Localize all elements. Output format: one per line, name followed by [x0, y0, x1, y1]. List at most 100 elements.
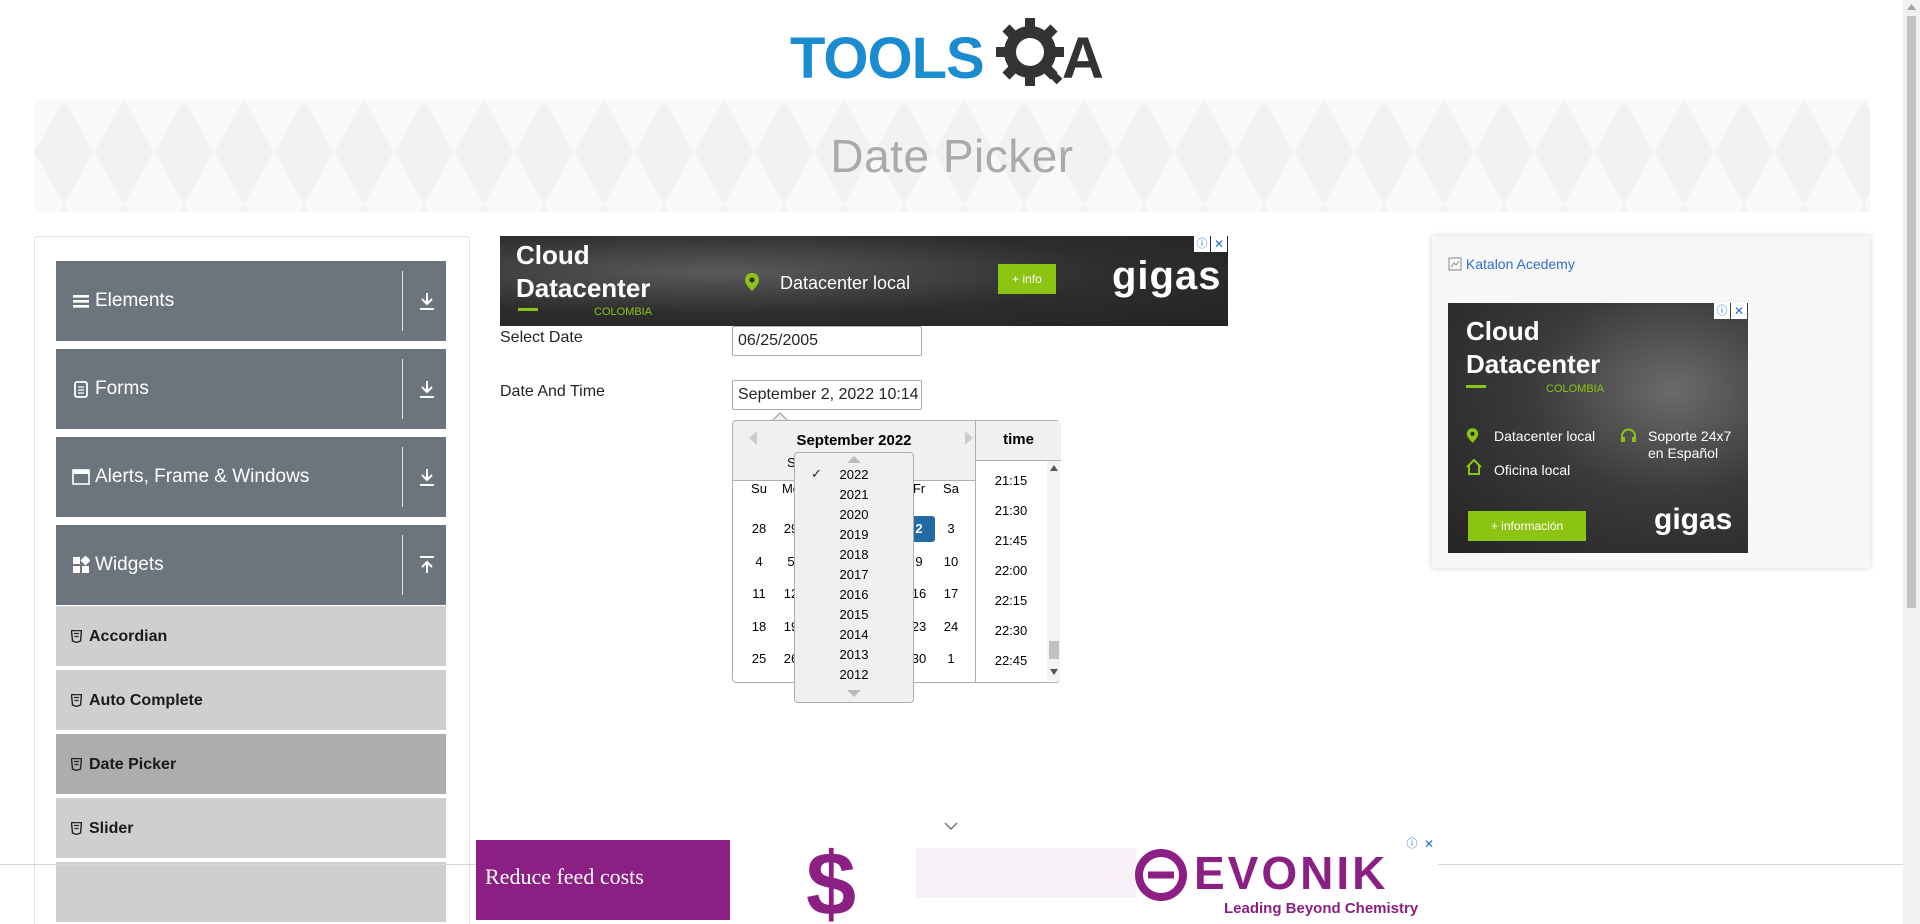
year-option[interactable]: 2016: [795, 587, 913, 602]
time-slot[interactable]: 22:30: [976, 623, 1046, 638]
gear-icon: [996, 18, 1064, 86]
sidebar-item-date-picker[interactable]: Date Picker: [56, 734, 446, 796]
ad-headline-line2: Datacenter: [1466, 349, 1601, 379]
html5-icon: [71, 630, 82, 643]
sidebar-item-label: Auto Complete: [89, 692, 203, 709]
year-option[interactable]: 2017: [795, 567, 913, 582]
time-slot[interactable]: 22:45: [976, 653, 1046, 668]
next-month-icon[interactable]: [965, 431, 973, 445]
time-scroll-thumb[interactable]: [1049, 641, 1059, 659]
year-dropdown[interactable]: 2022 2021 2020 2019 2018 2017 2016 2015 2014 2013…: [794, 452, 914, 703]
sidebar-item-next[interactable]: [56, 862, 446, 924]
widgets-icon: [73, 556, 90, 573]
group-elements[interactable]: Elements: [56, 261, 446, 341]
day-cell[interactable]: 18: [743, 614, 775, 640]
logo-a-text: A: [1062, 26, 1104, 91]
sidebar-item-accordian[interactable]: Accordian: [56, 606, 446, 668]
chevron-down-icon[interactable]: [944, 822, 958, 831]
day-cell[interactable]: 17: [935, 581, 967, 607]
ad-accent-bar: [518, 308, 538, 311]
download-icon[interactable]: [418, 379, 436, 399]
sidebar-item-auto-complete[interactable]: Auto Complete: [56, 670, 446, 732]
ad-brand: gigas: [1112, 254, 1222, 298]
time-slot[interactable]: 21:15: [976, 473, 1046, 488]
year-option[interactable]: 2021: [795, 487, 913, 502]
ad-cta-button[interactable]: + info: [998, 264, 1056, 294]
html5-icon: [71, 822, 82, 835]
day-cell[interactable]: 24: [935, 614, 967, 640]
year-option[interactable]: 2012: [795, 667, 913, 682]
location-pin-icon: [1466, 428, 1479, 443]
ad-info-icon[interactable]: ⓘ: [1714, 303, 1730, 319]
ad-headline-line1: Cloud: [1466, 316, 1540, 346]
katalon-academy-link[interactable]: Katalon Acedemy: [1448, 256, 1575, 272]
page-scrollbar[interactable]: [1903, 0, 1920, 924]
time-slot[interactable]: 21:45: [976, 533, 1046, 548]
year-scroll-up-icon[interactable]: [847, 456, 861, 463]
day-cell[interactable]: 10: [935, 549, 967, 575]
ad-feature-3: Oficina local: [1494, 462, 1571, 478]
year-option[interactable]: 2015: [795, 607, 913, 622]
ad-country: COLOMBIA: [1546, 383, 1605, 395]
katalon-academy-text[interactable]: Katalon Acedemy: [1466, 256, 1575, 272]
group-divider: [402, 271, 403, 331]
date-and-time-input[interactable]: September 2, 2022 10:14: [732, 380, 922, 410]
page-scroll-thumb[interactable]: [1907, 16, 1916, 608]
year-scroll-down-icon[interactable]: [847, 690, 861, 697]
ad-watermark: [916, 848, 1136, 898]
ad-text: Reduce feed costs: [485, 864, 644, 889]
time-slot[interactable]: 21:30: [976, 503, 1046, 518]
ad-close-icon[interactable]: ✕: [1421, 836, 1437, 852]
day-cell[interactable]: 11: [743, 581, 775, 607]
ad-headline: Cloud Datacenter: [1466, 315, 1600, 381]
selected-year-check-icon: ✓: [811, 466, 822, 481]
time-scrollbar[interactable]: [1047, 461, 1060, 681]
group-forms[interactable]: Forms: [56, 349, 446, 429]
toolsqa-logo[interactable]: TOOLS A: [790, 14, 1120, 94]
group-label: Elements: [95, 290, 175, 311]
download-icon[interactable]: [418, 467, 436, 487]
ad-close-icon[interactable]: ✕: [1211, 236, 1227, 252]
ad-cta-button[interactable]: + información: [1468, 511, 1586, 541]
group-alerts-frame-windows[interactable]: Alerts, Frame & Windows: [56, 437, 446, 517]
ad-feature-2-line2: en Español: [1648, 445, 1719, 461]
ad-brand: gigas: [1654, 503, 1733, 536]
ad-info-icon[interactable]: ⓘ: [1194, 236, 1210, 252]
ad-close-icon[interactable]: ✕: [1731, 303, 1747, 319]
select-date-label: Select Date: [500, 329, 583, 346]
year-option[interactable]: 2014: [795, 627, 913, 642]
year-option[interactable]: 2013: [795, 647, 913, 662]
datepicker-month-label: September 2022: [796, 432, 912, 449]
select-date-input[interactable]: 06/25/2005: [732, 326, 922, 356]
day-cell[interactable]: 25: [743, 646, 775, 672]
bottom-ad[interactable]: Reduce feed costs $ EVONIK Leading Beyon…: [476, 836, 1438, 924]
year-option[interactable]: 2018: [795, 547, 913, 562]
scroll-up-icon[interactable]: [1907, 4, 1916, 10]
scroll-down-icon[interactable]: [1050, 669, 1058, 675]
day-cell[interactable]: 4: [743, 549, 775, 575]
right-ad[interactable]: Cloud Datacenter COLOMBIA Datacenter loc…: [1448, 303, 1748, 553]
download-icon[interactable]: [418, 291, 436, 311]
sidebar-item-slider[interactable]: Slider: [56, 798, 446, 860]
day-cell[interactable]: 3: [935, 516, 967, 542]
ad-info-icon[interactable]: ⓘ: [1404, 836, 1420, 852]
page-banner: Date Picker: [34, 100, 1870, 212]
upload-icon[interactable]: [418, 555, 436, 575]
ad-country: COLOMBIA: [594, 306, 653, 318]
ad-feature-1: Datacenter local: [1494, 428, 1596, 444]
ad-headline-line2: Datacenter: [516, 273, 651, 303]
scroll-up-icon[interactable]: [1050, 465, 1058, 471]
sidebar-item-label: Accordian: [89, 628, 168, 645]
day-cell[interactable]: 28: [743, 516, 775, 542]
sidebar-item-label: Slider: [89, 820, 134, 837]
location-pin-icon: [745, 273, 759, 291]
day-cell[interactable]: 1: [935, 646, 967, 672]
time-slot[interactable]: 22:15: [976, 593, 1046, 608]
time-slot[interactable]: 22:00: [976, 563, 1046, 578]
year-option[interactable]: 2019: [795, 527, 913, 542]
year-option[interactable]: 2020: [795, 507, 913, 522]
form-icon: [74, 381, 88, 398]
window-icon: [72, 469, 90, 485]
top-ad[interactable]: Cloud Datacenter COLOMBIA Datacenter loc…: [500, 236, 1228, 326]
group-widgets[interactable]: Widgets: [56, 525, 446, 605]
